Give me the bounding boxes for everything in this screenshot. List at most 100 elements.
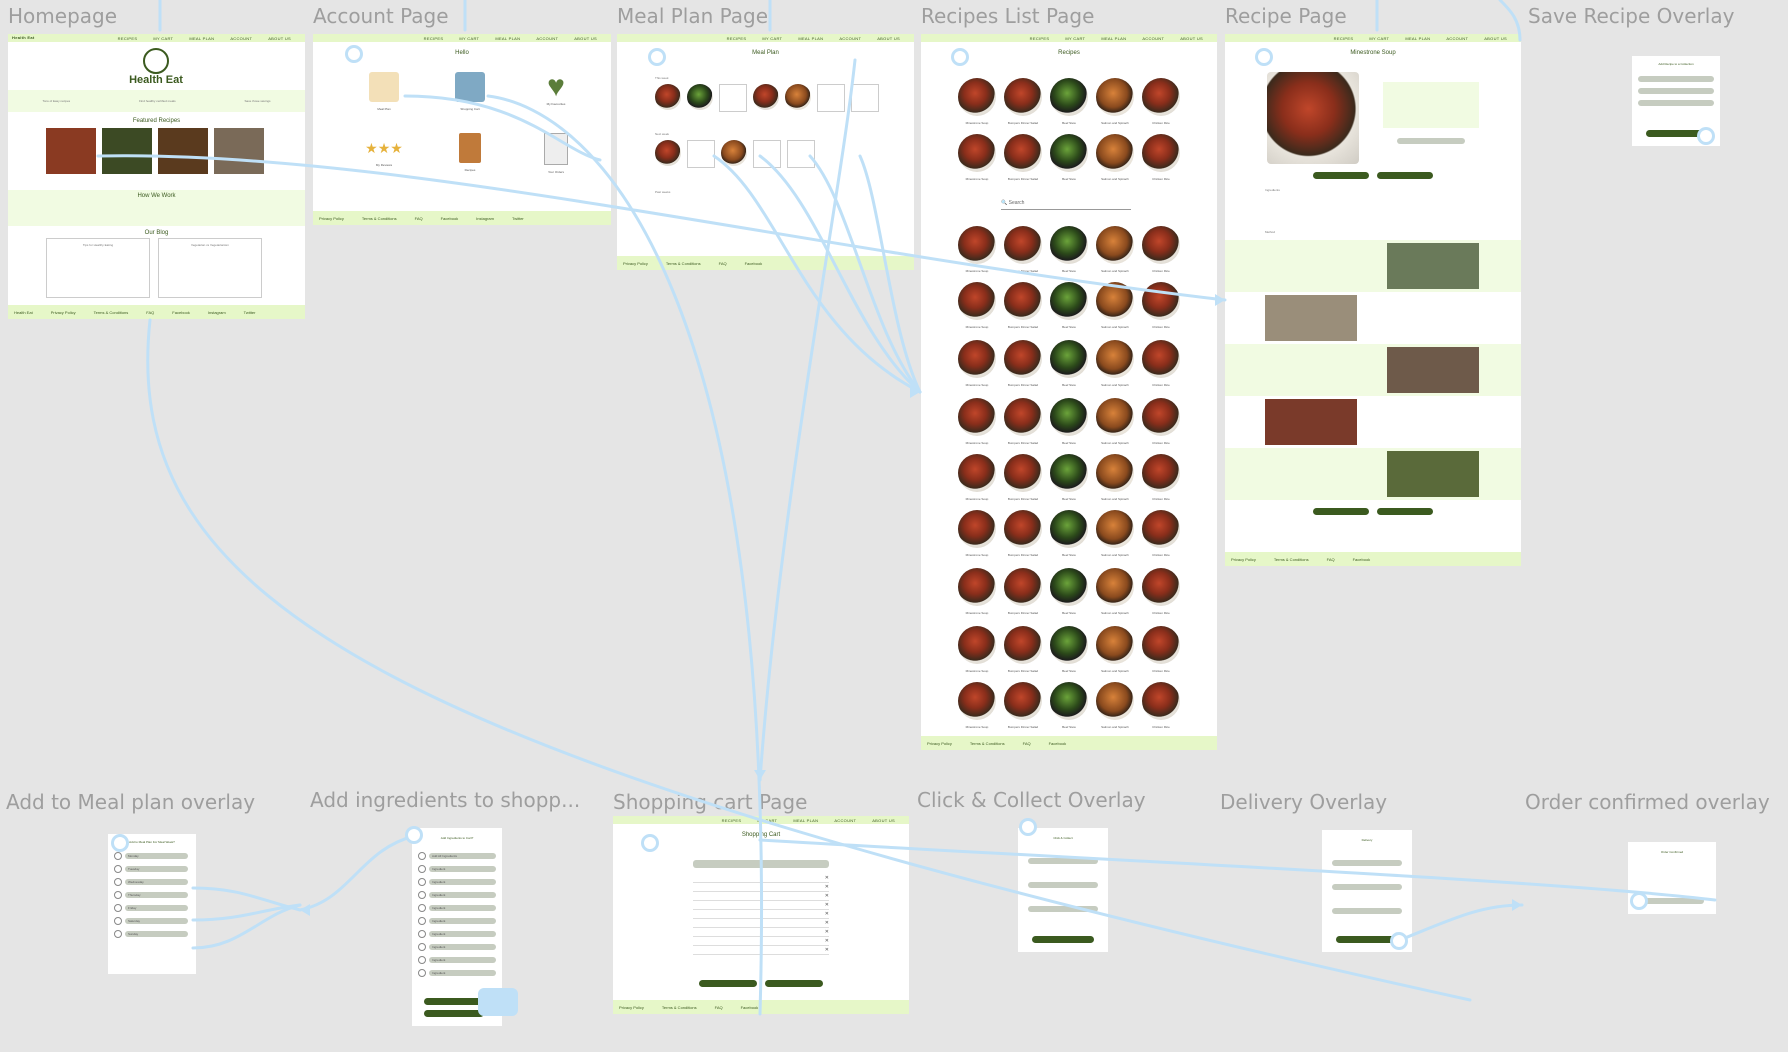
cart-item[interactable]: ✕ <box>693 874 829 883</box>
radio-icon[interactable] <box>418 878 426 886</box>
recipe-card[interactable]: Salmon and Spinach <box>1095 454 1135 501</box>
recipe-card[interactable]: Beef Stew <box>1049 510 1089 557</box>
radio-icon[interactable] <box>418 917 426 925</box>
footer-link[interactable]: Facebook <box>1049 741 1067 746</box>
nav-about[interactable]: ABOUT US <box>877 36 900 41</box>
nav-recipes[interactable]: RECIPES <box>1334 36 1354 41</box>
blog-card[interactable]: Vegetarian vs Vegetarianism <box>158 238 262 298</box>
recipe-card[interactable]: Chicken Rice <box>1141 134 1181 181</box>
nav-meal-plan[interactable]: MEAL PLAN <box>798 36 823 41</box>
radio-icon[interactable] <box>418 865 426 873</box>
recipe-card[interactable]: Minestrone Soup <box>957 568 997 615</box>
day-option[interactable]: Thursday <box>114 891 188 899</box>
nav-about[interactable]: ABOUT US <box>872 818 895 823</box>
radio-icon[interactable] <box>418 930 426 938</box>
nav-meal-plan[interactable]: MEAL PLAN <box>793 818 818 823</box>
recipe-card[interactable]: Beef Stew <box>1049 134 1089 181</box>
radio-icon[interactable] <box>114 852 122 860</box>
recipe-card[interactable]: Bumpers Dinner Salad <box>1003 134 1043 181</box>
nav-recipes[interactable]: RECIPES <box>118 36 138 41</box>
nav-about[interactable]: ABOUT US <box>268 36 291 41</box>
recipe-card[interactable]: Minestrone Soup <box>957 282 997 329</box>
flow-handle[interactable] <box>641 834 659 852</box>
recipe-card[interactable]: Salmon and Spinach <box>1095 226 1135 273</box>
footer-link[interactable]: FAQ <box>1023 741 1031 746</box>
recipe-card[interactable] <box>102 128 152 174</box>
footer-link[interactable]: Facebook <box>441 216 459 221</box>
footer-link[interactable]: Privacy Policy <box>623 261 648 266</box>
blog-card[interactable]: Tips for Healthy Eating <box>46 238 150 298</box>
nav-cart[interactable]: MY CART <box>459 36 479 41</box>
cart-item[interactable]: ✕ <box>693 892 829 901</box>
click-collect-overlay[interactable]: Click & Collect <box>1018 828 1108 952</box>
ingredient-option[interactable]: Ingredient <box>418 904 496 912</box>
recipe-frame[interactable]: RECIPES MY CART MEAL PLAN ACCOUNT ABOUT … <box>1225 34 1521 566</box>
nav-about[interactable]: ABOUT US <box>1180 36 1203 41</box>
radio-icon[interactable] <box>418 956 426 964</box>
payment-select[interactable] <box>1028 906 1098 912</box>
meal-slot[interactable] <box>721 140 747 166</box>
flow-handle[interactable] <box>111 834 129 852</box>
confirm-pay-button[interactable] <box>1032 936 1094 943</box>
recipe-card[interactable]: Minestrone Soup <box>957 134 997 181</box>
flow-handle[interactable] <box>1255 48 1273 66</box>
return-home-button[interactable] <box>1640 898 1704 904</box>
recipe-card[interactable]: Minestrone Soup <box>957 226 997 273</box>
add-meal-plan-overlay[interactable]: Add to Meal Plan For Meal Week? Monday Tu… <box>108 834 196 974</box>
empty-slot[interactable] <box>851 84 879 112</box>
nav-recipes[interactable]: RECIPES <box>727 36 747 41</box>
recipe-card[interactable]: Beef Stew <box>1049 226 1089 273</box>
recipe-card[interactable]: Chicken Rice <box>1141 568 1181 615</box>
recipe-card[interactable]: Bumpers Dinner Salad <box>1003 454 1043 501</box>
add-collection-button[interactable] <box>1313 172 1369 179</box>
remove-icon[interactable]: ✕ <box>825 902 829 908</box>
nav-account[interactable]: ACCOUNT <box>1446 36 1468 41</box>
flow-handle[interactable] <box>648 48 666 66</box>
recipe-card[interactable] <box>46 128 96 174</box>
collection-option[interactable] <box>1638 88 1714 94</box>
footer-link[interactable]: FAQ <box>1327 557 1335 562</box>
meal-slot[interactable] <box>753 84 779 110</box>
ingredient-option[interactable]: Add All Ingredients <box>418 852 496 860</box>
recipe-card[interactable]: Bumpers Dinner Salad <box>1003 398 1043 445</box>
cart-item[interactable]: ✕ <box>693 937 829 946</box>
recipe-card[interactable]: Bumpers Dinner Salad <box>1003 626 1043 673</box>
tile-shopping-cart[interactable]: Shopping Cart <box>447 72 493 111</box>
footer-link[interactable]: Facebook <box>745 261 763 266</box>
recipe-card[interactable] <box>158 128 208 174</box>
radio-icon[interactable] <box>114 865 122 873</box>
recipe-card[interactable]: Salmon and Spinach <box>1095 134 1135 181</box>
nav-about[interactable]: ABOUT US <box>574 36 597 41</box>
radio-icon[interactable] <box>418 852 426 860</box>
new-collection-option[interactable] <box>1638 100 1714 106</box>
recipe-card[interactable]: Chicken Rice <box>1141 682 1181 729</box>
footer-link[interactable]: Instagram <box>208 310 226 315</box>
meal-slot[interactable] <box>655 140 681 166</box>
cart-item[interactable]: ✕ <box>693 883 829 892</box>
recipe-card[interactable]: Beef Stew <box>1049 78 1089 125</box>
remove-icon[interactable]: ✕ <box>825 947 829 953</box>
recipe-card[interactable]: Bumpers Dinner Salad <box>1003 340 1043 387</box>
store-select[interactable] <box>1028 858 1098 864</box>
footer-link[interactable]: Facebook <box>172 310 190 315</box>
recipe-card[interactable]: Bumpers Dinner Salad <box>1003 226 1043 273</box>
footer-link[interactable]: Privacy Policy <box>1231 557 1256 562</box>
flow-handle[interactable] <box>951 48 969 66</box>
flow-handle[interactable] <box>1630 892 1648 910</box>
ingredient-option[interactable]: Ingredient <box>418 865 496 873</box>
recipe-card[interactable]: Minestrone Soup <box>957 682 997 729</box>
day-option[interactable]: Sunday <box>114 930 188 938</box>
add-meal-plan-button[interactable] <box>1377 172 1433 179</box>
day-option[interactable]: Saturday <box>114 917 188 925</box>
footer-link[interactable]: Privacy Policy <box>927 741 952 746</box>
flow-handle[interactable] <box>345 45 363 63</box>
account-frame[interactable]: RECIPES MY CART MEAL PLAN ACCOUNT ABOUT … <box>313 34 611 225</box>
cart-item[interactable]: ✕ <box>693 910 829 919</box>
recipe-card[interactable]: Bumpers Dinner Salad <box>1003 682 1043 729</box>
remove-icon[interactable]: ✕ <box>825 929 829 935</box>
nav-logo[interactable]: Health Eat <box>12 35 35 40</box>
time-slot-select[interactable] <box>1028 882 1098 888</box>
recipe-card[interactable]: Chicken Rice <box>1141 510 1181 557</box>
radio-icon[interactable] <box>114 930 122 938</box>
recipe-card[interactable]: Chicken Rice <box>1141 226 1181 273</box>
